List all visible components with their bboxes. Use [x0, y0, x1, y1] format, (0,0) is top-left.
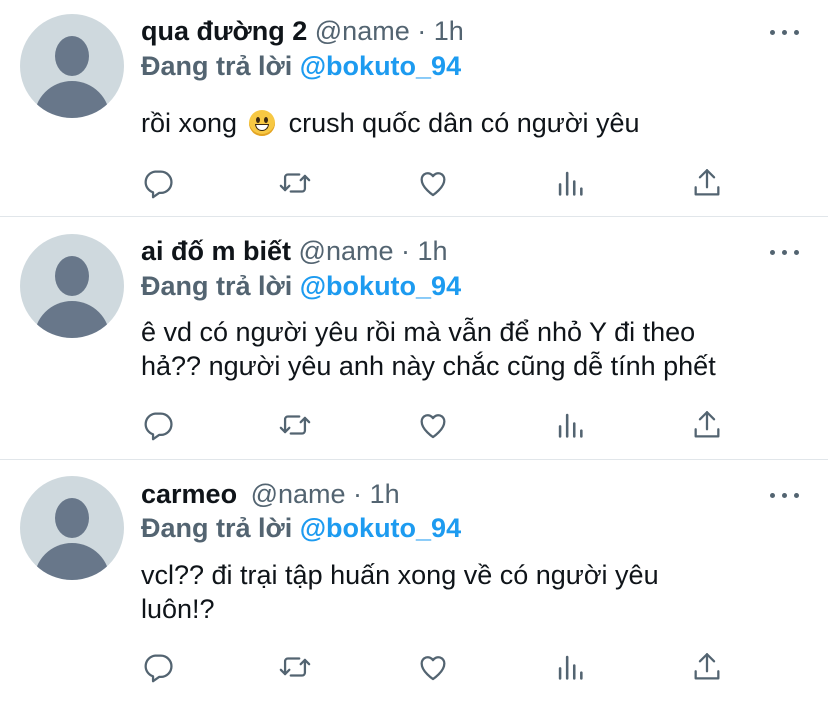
display-name[interactable]: ai đố m biết: [141, 236, 291, 266]
timestamp[interactable]: 1h: [434, 16, 464, 46]
more-icon[interactable]: [770, 27, 800, 37]
reply-context: Đang trả lời @bokuto_94: [141, 512, 461, 544]
tweet-header: qua đường 2 @name · 1h: [141, 15, 464, 47]
handle[interactable]: @name: [315, 16, 410, 46]
share-icon[interactable]: [690, 166, 724, 200]
separator: ·: [401, 236, 411, 266]
avatar-head: [55, 256, 89, 296]
display-name[interactable]: carmeo: [141, 479, 237, 509]
reply-to-link[interactable]: @bokuto_94: [300, 271, 461, 301]
display-name[interactable]: qua đường 2: [141, 16, 307, 46]
tweet-actions: [141, 650, 741, 684]
share-icon[interactable]: [690, 408, 724, 442]
like-icon[interactable]: [416, 166, 450, 200]
retweet-icon[interactable]: [278, 408, 312, 442]
tweet-text: ê vd có người yêu rồi mà vẫn để nhỏ Y đi…: [141, 315, 801, 383]
tweet-actions: [141, 408, 741, 442]
avatar-head: [55, 498, 89, 538]
handle[interactable]: @name: [251, 479, 346, 509]
reply-prefix: Đang trả lời: [141, 271, 293, 301]
like-icon[interactable]: [416, 408, 450, 442]
tweet[interactable]: ai đố m biết @name · 1h Đang trả lời @bo…: [0, 217, 828, 459]
handle[interactable]: @name: [299, 236, 394, 266]
analytics-icon[interactable]: [553, 650, 587, 684]
reply-icon[interactable]: [141, 408, 175, 442]
tweet-text-line: vcl?? đi trại tập huấn xong về có người …: [141, 560, 659, 590]
reply-context: Đang trả lời @bokuto_94: [141, 50, 461, 82]
more-icon[interactable]: [770, 247, 800, 257]
avatar-shoulders: [34, 301, 110, 338]
timestamp[interactable]: 1h: [370, 479, 400, 509]
avatar-shoulders: [34, 543, 110, 580]
reply-to-link[interactable]: @bokuto_94: [300, 513, 461, 543]
tweet-text-line: hả?? người yêu anh này chắc cũng dễ tính…: [141, 351, 716, 381]
tweet-header: carmeo @name · 1h: [141, 478, 400, 510]
avatar-shoulders: [34, 81, 110, 118]
tweet-header: ai đố m biết @name · 1h: [141, 235, 448, 267]
tweet-text-part: crush quốc dân có người yêu: [288, 108, 640, 138]
share-icon[interactable]: [690, 650, 724, 684]
more-icon[interactable]: [770, 490, 800, 500]
tweet-text-part: rồi xong: [141, 108, 238, 138]
tweet-text-line: luôn!?: [141, 594, 215, 624]
reply-icon[interactable]: [141, 166, 175, 200]
timestamp[interactable]: 1h: [418, 236, 448, 266]
reply-prefix: Đang trả lời: [141, 51, 293, 81]
tweet-actions: [141, 166, 741, 200]
tweet[interactable]: carmeo @name · 1h Đang trả lời @bokuto_9…: [0, 460, 828, 702]
reply-to-link[interactable]: @bokuto_94: [300, 51, 461, 81]
tweet-text-line: ê vd có người yêu rồi mà vẫn để nhỏ Y đi…: [141, 317, 696, 347]
tweet[interactable]: qua đường 2 @name · 1h Đang trả lời @bok…: [0, 0, 828, 216]
grinning-face-emoji: [248, 110, 275, 136]
like-icon[interactable]: [416, 650, 450, 684]
separator: ·: [417, 16, 427, 46]
separator: ·: [353, 479, 363, 509]
retweet-icon[interactable]: [278, 650, 312, 684]
analytics-icon[interactable]: [553, 166, 587, 200]
avatar[interactable]: [20, 476, 124, 580]
avatar-head: [55, 36, 89, 76]
avatar[interactable]: [20, 14, 124, 118]
reply-icon[interactable]: [141, 650, 175, 684]
reply-prefix: Đang trả lời: [141, 513, 293, 543]
retweet-icon[interactable]: [278, 166, 312, 200]
tweet-text: vcl?? đi trại tập huấn xong về có người …: [141, 558, 801, 626]
tweet-text: rồi xong crush quốc dân có người yêu: [141, 106, 801, 140]
reply-context: Đang trả lời @bokuto_94: [141, 270, 461, 302]
avatar[interactable]: [20, 234, 124, 338]
analytics-icon[interactable]: [553, 408, 587, 442]
